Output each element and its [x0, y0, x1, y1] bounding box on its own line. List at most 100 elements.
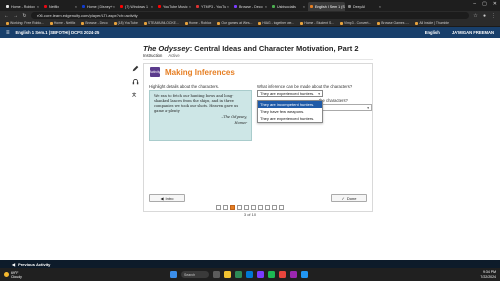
tab-instruction[interactable]: Instruction — [143, 53, 162, 58]
app-icon[interactable] — [279, 271, 286, 278]
spotify-icon[interactable] — [268, 271, 275, 278]
browser-tab[interactable]: YTMP3 - YouTu × — [194, 2, 231, 11]
tab-close-icon[interactable]: × — [265, 5, 267, 9]
edge-icon[interactable] — [246, 271, 253, 278]
page-square[interactable] — [265, 205, 270, 210]
browser-tab[interactable]: (7) Windows 1 × — [118, 2, 155, 11]
bookmark-item[interactable]: STEAMUNLOCKE... — [143, 21, 179, 25]
tab-close-icon[interactable]: × — [75, 5, 77, 9]
bookmark-item[interactable]: Home - Student S... — [300, 21, 334, 25]
discord-icon[interactable] — [257, 271, 264, 278]
intro-button[interactable]: ◀ Intro — [149, 194, 185, 202]
bookmark-item[interactable]: Working: Free Roblo... — [6, 21, 44, 25]
tab-label: YouTube Music — [163, 4, 188, 9]
browser-tab[interactable]: YouTube Music × — [156, 2, 193, 11]
excerpt-text[interactable]: We ran to fetch our hunting bows and lon… — [154, 94, 247, 114]
windows-taskbar: 69°F Cloudy Search 9:34 PM 7/22/2024 — [0, 268, 500, 281]
dropdown-option[interactable]: They are experienced hunters. — [258, 115, 322, 122]
star-icon[interactable]: ☆ — [473, 13, 478, 19]
intro-label: Intro — [165, 195, 174, 201]
dropdown-option[interactable]: They have few weapons. — [258, 108, 322, 115]
reload-icon[interactable]: ↻ — [22, 13, 27, 19]
browser-tab[interactable]: Home | Disney+ × — [80, 2, 117, 11]
back-icon[interactable]: ← — [4, 13, 9, 19]
headphones-icon[interactable] — [131, 77, 139, 85]
task-view-icon[interactable] — [213, 271, 220, 278]
page-square[interactable] — [216, 205, 221, 210]
minimize-icon[interactable]: – — [473, 1, 476, 7]
bookmark-icon — [415, 21, 419, 25]
bookmark-item[interactable]: Browse Games -... — [377, 21, 409, 25]
bookmark-item[interactable]: Home - Netflix — [49, 21, 75, 25]
page-square[interactable] — [258, 205, 263, 210]
divider — [143, 59, 373, 60]
browser-tab[interactable]: Netflix × — [42, 2, 79, 11]
page-square[interactable] — [230, 205, 235, 210]
kebab-menu-icon[interactable]: ⋮ — [491, 13, 496, 19]
tab-close-icon[interactable]: × — [303, 5, 305, 9]
close-window-icon[interactable]: ✕ — [493, 1, 497, 7]
inference-prompt: What inference can be made about the cha… — [257, 84, 353, 89]
chrome-icon[interactable] — [235, 271, 242, 278]
tab-label: Usbisocialis — [277, 4, 296, 9]
system-tray[interactable]: 9:34 PM 7/22/2024 — [480, 270, 496, 279]
page-square[interactable] — [272, 205, 277, 210]
app-icon[interactable] — [290, 271, 297, 278]
excerpt-attribution-title: –The Odyssey, — [221, 115, 247, 119]
page-square[interactable] — [244, 205, 249, 210]
hamburger-menu-icon[interactable]: ≡ — [6, 30, 10, 36]
browser-tab[interactable]: DeepAI × — [346, 2, 383, 11]
browser-tab[interactable]: Home - Roblox × — [4, 2, 41, 11]
bookmark-item[interactable]: Vimp3 - Convert... — [340, 21, 371, 25]
user-name[interactable]: JA'MIGAN FREEMAN — [452, 30, 494, 35]
clock-time: 9:34 PM — [482, 270, 496, 274]
page-square[interactable] — [223, 205, 228, 210]
tab-close-icon[interactable]: × — [227, 5, 229, 9]
profile-icon[interactable]: ● — [482, 13, 487, 19]
page-square[interactable] — [237, 205, 242, 210]
tab-close-icon[interactable]: × — [189, 5, 191, 9]
forward-icon[interactable]: → — [13, 13, 18, 19]
file-explorer-icon[interactable] — [224, 271, 231, 278]
window-controls: – ▢ ✕ — [473, 1, 497, 7]
taskbar-search[interactable]: Search — [181, 271, 209, 278]
text-excerpt[interactable]: We ran to fetch our hunting bows and lon… — [149, 90, 252, 141]
maximize-icon[interactable]: ▢ — [482, 1, 487, 7]
bookmark-icon — [184, 21, 188, 25]
bookmark-item[interactable]: Our games at Wes... — [217, 21, 252, 25]
browser-tab[interactable]: Usbisocialis × — [270, 2, 307, 11]
windows-start-icon[interactable] — [170, 271, 177, 278]
tab-favicon-icon — [6, 5, 9, 8]
inference-dropdown[interactable]: They are experienced hunters. ▾ — [257, 90, 323, 97]
language-selector[interactable]: English — [425, 30, 440, 35]
tab-close-icon[interactable]: × — [113, 5, 115, 9]
bookmark-item[interactable]: HIAG - together we... — [258, 21, 294, 25]
bookmark-item[interactable]: (18) YouTube — [113, 21, 138, 25]
taskbar-apps: Search — [170, 271, 308, 278]
activity-title: Making Inferences — [165, 67, 235, 77]
dropdown-option[interactable]: They are incompetent hunters. — [258, 101, 322, 108]
tab-active[interactable]: Active — [168, 53, 179, 58]
page-square[interactable] — [251, 205, 256, 210]
done-button[interactable]: ✓ Done — [331, 194, 367, 202]
browser-tab[interactable]: English I Sem 1 (SGFOTHI)× — [308, 2, 345, 11]
bookmark-item[interactable]: Home - Roblox — [184, 21, 211, 25]
browser-tab[interactable]: Browse - Deco × — [232, 2, 269, 11]
course-title[interactable]: English 1 Sem.1 (SBFOTHI) DCPS 2024-25 — [16, 30, 100, 35]
bookmark-item[interactable]: All Inside | Thumble — [415, 21, 449, 25]
weather-widget[interactable]: 69°F Cloudy — [4, 271, 22, 279]
url-field[interactable]: r06.core.learn.edgenuity.com/player/LTI.… — [31, 12, 469, 19]
tab-close-icon[interactable]: × — [151, 5, 153, 9]
page-square[interactable] — [279, 205, 284, 210]
tab-close-icon[interactable]: × — [379, 5, 381, 9]
previous-activity-bar[interactable]: ◀ Previous Activity — [0, 260, 500, 268]
back-arrow-icon: ◀ — [160, 195, 164, 201]
translate-icon[interactable]: 文 — [131, 90, 139, 98]
bookmark-item[interactable]: Browse - Deco — [81, 21, 108, 25]
tab-label: Netflix — [49, 4, 59, 9]
pencil-icon[interactable] — [131, 64, 139, 72]
page-count: 3 of 10 — [243, 212, 257, 217]
tab-close-icon[interactable]: × — [37, 5, 39, 9]
app-icon[interactable] — [301, 271, 308, 278]
lesson-subnav: Instruction Active — [143, 53, 180, 58]
